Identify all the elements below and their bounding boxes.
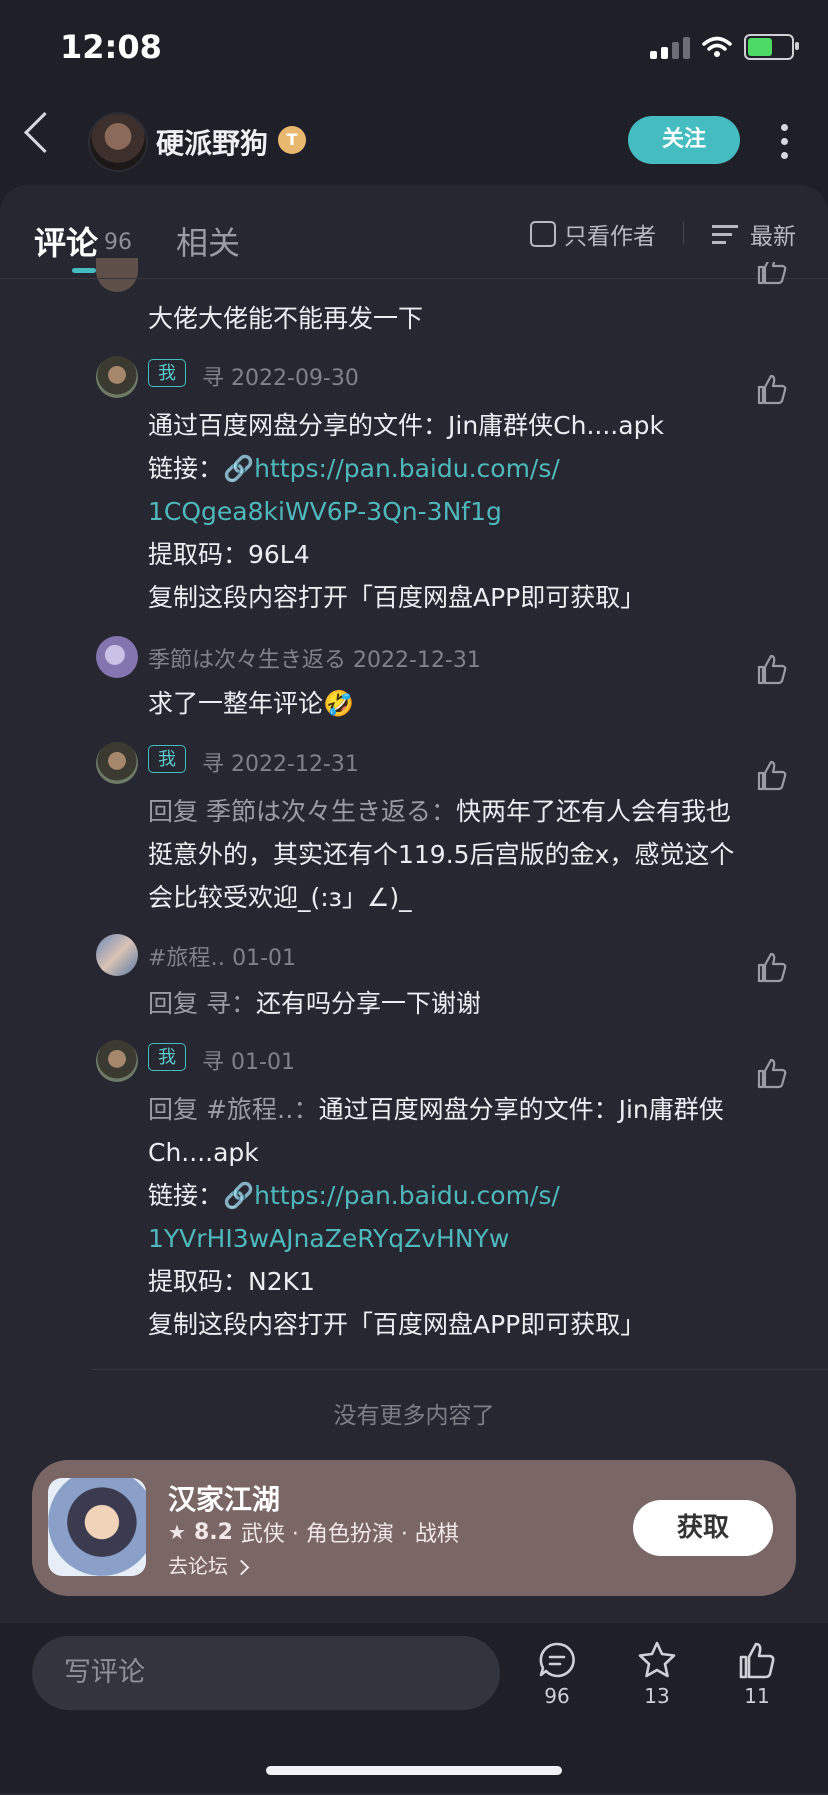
- follow-button[interactable]: 关注: [628, 116, 740, 164]
- comment-body: 回复 季節は次々生き返る：快两年了还有人会有我也挺意外的，其实还有个119.5后…: [148, 790, 738, 919]
- thumb-up-icon[interactable]: [755, 950, 789, 984]
- tab-related[interactable]: 相关: [176, 218, 240, 264]
- comment-footer: 复制这段内容打开「百度网盘APP即可获取」: [148, 1310, 646, 1339]
- divider: [683, 222, 684, 244]
- comment-body: 回复 #旅程‥：通过百度网盘分享的文件：Jin庸群侠Ch....apk 链接：🔗…: [148, 1088, 738, 1346]
- me-badge: 我: [148, 359, 186, 387]
- write-comment-input[interactable]: 写评论: [32, 1636, 500, 1710]
- comment-body: 求了一整年评论🤣: [148, 689, 355, 718]
- more-icon[interactable]: [781, 124, 789, 166]
- comment-avatar[interactable]: [96, 636, 138, 678]
- battery-icon: [744, 34, 799, 60]
- game-rating: 8.2: [193, 1519, 233, 1545]
- comment-meta: 寻 2022-12-31: [202, 746, 359, 778]
- tab-comments[interactable]: 评论: [34, 218, 98, 264]
- share-link[interactable]: https://pan.baidu.com/s/: [254, 454, 560, 483]
- comment-body: 大佬大佬能不能再发一下: [148, 304, 424, 333]
- comment-action[interactable]: 96: [527, 1640, 587, 1708]
- comment-date: 01-01: [231, 1050, 295, 1075]
- sort-toggle[interactable]: 最新: [712, 217, 796, 251]
- comment-user[interactable]: 季節は次々生き返る: [148, 648, 346, 673]
- sort-label: 最新: [750, 224, 796, 250]
- signal-icon: [650, 35, 690, 59]
- author-name[interactable]: 硬派野狗: [156, 122, 268, 162]
- reply-text: 还有吗分享一下谢谢: [255, 989, 481, 1018]
- comment-meta: 寻 2022-09-30: [202, 360, 359, 392]
- link-prefix: 链接：🔗: [148, 1181, 255, 1210]
- active-tab-indicator: [72, 268, 96, 273]
- game-meta: ★ 8.2 武侠 · 角色扮演 · 战棋: [168, 1516, 459, 1548]
- reply-prefix: 回复 季節は次々生き返る：: [148, 797, 456, 826]
- favorite-action[interactable]: 13: [627, 1640, 687, 1708]
- user-level-badge: T: [278, 126, 306, 154]
- comment-count: 96: [544, 1684, 570, 1708]
- author-only-label: 只看作者: [564, 224, 656, 250]
- comment-body: 通过百度网盘分享的文件：Jin庸群侠Ch....apk 链接：🔗https://…: [148, 404, 738, 619]
- share-link-continued[interactable]: 1YVrHI3wAJnaZeRYqZvHNYw: [148, 1217, 738, 1260]
- comment-user[interactable]: #旅程‥: [148, 946, 225, 971]
- comment-avatar[interactable]: [96, 742, 138, 784]
- tab-comments-count: 96: [104, 230, 132, 255]
- like-action[interactable]: 11: [727, 1640, 787, 1708]
- comment-line: 通过百度网盘分享的文件：Jin庸群侠Ch....apk: [148, 411, 664, 440]
- comment-user[interactable]: 寻: [202, 1050, 224, 1075]
- author-avatar[interactable]: [88, 112, 148, 172]
- comment-date: 01-01: [232, 946, 297, 971]
- thumb-up-icon[interactable]: [755, 262, 789, 286]
- game-forum-label: 去论坛: [168, 1554, 228, 1578]
- comment-icon: [539, 1642, 575, 1678]
- comment-avatar[interactable]: [96, 1040, 138, 1082]
- home-indicator[interactable]: [266, 1766, 562, 1775]
- get-button[interactable]: 获取: [633, 1500, 773, 1556]
- list-end-divider: [92, 1369, 828, 1370]
- like-icon: [739, 1642, 775, 1679]
- star-icon: ★: [168, 1520, 186, 1544]
- me-badge: 我: [148, 745, 186, 773]
- no-more-text: 没有更多内容了: [333, 1403, 495, 1429]
- comment-avatar[interactable]: [96, 356, 138, 398]
- reply-prefix: 回复 #旅程‥：: [148, 1095, 319, 1124]
- favorite-count: 13: [644, 1684, 670, 1708]
- favorite-star-icon: [638, 1641, 676, 1678]
- wifi-icon: [702, 36, 732, 57]
- status-icons: [650, 34, 799, 60]
- reply-prefix: 回复 寻：: [148, 989, 256, 1018]
- like-count: 11: [744, 1684, 770, 1708]
- comment-date: 2022-09-30: [231, 366, 359, 391]
- comment-date: 2022-12-31: [231, 752, 359, 777]
- back-icon[interactable]: [23, 111, 66, 154]
- me-badge: 我: [148, 1043, 186, 1071]
- share-link-continued[interactable]: 1CQgea8kiWV6P-3Qn-3Nf1g: [148, 490, 738, 533]
- comment-footer: 复制这段内容打开「百度网盘APP即可获取」: [148, 583, 646, 612]
- thumb-up-icon[interactable]: [755, 758, 789, 792]
- share-link[interactable]: https://pan.baidu.com/s/: [254, 1181, 560, 1210]
- thumb-up-icon[interactable]: [755, 372, 789, 406]
- comment-date: 2022-12-31: [353, 648, 481, 673]
- link-prefix: 链接：🔗: [148, 454, 255, 483]
- extract-code: 提取码：N2K1: [148, 1267, 315, 1296]
- comment-user[interactable]: 寻: [202, 366, 224, 391]
- thumb-up-icon[interactable]: [755, 652, 789, 686]
- comment-user[interactable]: 寻: [202, 752, 224, 777]
- thumb-up-icon[interactable]: [755, 1056, 789, 1090]
- comment-meta: 季節は次々生き返る 2022-12-31: [148, 642, 481, 674]
- status-time: 12:08: [60, 28, 162, 66]
- comment-meta: 寻 01-01: [202, 1044, 295, 1076]
- extract-code: 提取码：96L4: [148, 540, 310, 569]
- game-name[interactable]: 汉家江湖: [168, 1478, 280, 1518]
- game-forum-link[interactable]: 去论坛: [168, 1550, 250, 1579]
- game-icon[interactable]: [48, 1478, 146, 1576]
- chevron-right-icon: [234, 1559, 250, 1576]
- tab-separator: [0, 278, 828, 279]
- checkbox-icon[interactable]: [530, 221, 556, 247]
- game-tags: 武侠 · 角色扮演 · 战棋: [240, 1522, 459, 1547]
- author-only-toggle[interactable]: 只看作者: [530, 217, 656, 251]
- comment-body: 回复 寻：还有吗分享一下谢谢: [148, 982, 738, 1025]
- comment-meta: #旅程‥ 01-01: [148, 940, 296, 972]
- comment-avatar[interactable]: [96, 934, 138, 976]
- sort-icon: [712, 220, 738, 249]
